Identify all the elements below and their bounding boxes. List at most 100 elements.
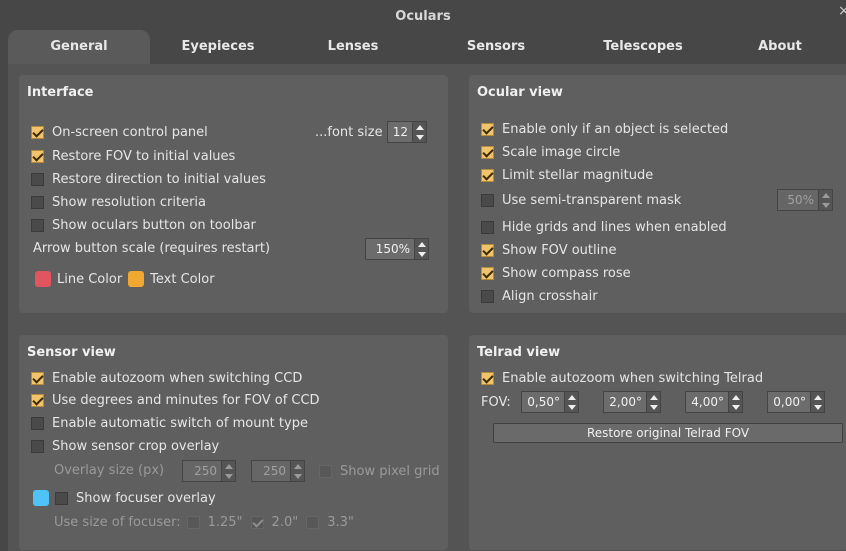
- checkbox-focuser-33-icon[interactable]: [306, 515, 320, 529]
- checkbox-align-crosshair[interactable]: Align crosshair: [481, 287, 598, 305]
- checkbox-icon[interactable]: [481, 289, 494, 303]
- tab-sensors[interactable]: Sensors: [420, 30, 572, 64]
- focuser-color-swatch[interactable]: [33, 490, 49, 506]
- checkbox-focuser-20-icon[interactable]: [250, 515, 264, 529]
- checkbox-icon[interactable]: [31, 218, 44, 232]
- checkbox-label: Show compass rose: [502, 265, 631, 281]
- spin-arrows-icon[interactable]: [647, 391, 661, 413]
- checkbox-icon[interactable]: [31, 125, 44, 139]
- checkbox-sensor-crop-overlay[interactable]: Show sensor crop overlay: [31, 437, 219, 455]
- telrad-fov3-value[interactable]: 4,00°: [685, 391, 729, 413]
- checkbox-icon[interactable]: [55, 491, 68, 505]
- telrad-fov4-spinbox[interactable]: 0,00°: [767, 391, 825, 413]
- spin-arrows-icon[interactable]: [819, 189, 833, 211]
- checkbox-label: Enable autozoom when switching Telrad: [502, 370, 764, 386]
- checkbox-icon[interactable]: [481, 243, 494, 257]
- checkbox-focuser-125-icon[interactable]: [186, 515, 200, 529]
- mask-opacity-spinbox[interactable]: 50%: [777, 189, 833, 211]
- checkbox-hide-grids[interactable]: Hide grids and lines when enabled: [481, 218, 727, 236]
- telrad-fov1-value[interactable]: 0,50°: [521, 391, 565, 413]
- tab-eyepieces[interactable]: Eyepieces: [150, 30, 286, 64]
- checkbox-semi-transparent-mask[interactable]: Use semi-transparent mask: [481, 191, 681, 209]
- overlay-height-spinbox[interactable]: 250: [251, 460, 305, 482]
- checkbox-icon[interactable]: [31, 393, 44, 407]
- checkbox-degrees-minutes[interactable]: Use degrees and minutes for FOV of CCD: [31, 391, 320, 409]
- checkbox-icon[interactable]: [31, 371, 44, 385]
- overlay-height-value[interactable]: 250: [251, 460, 291, 482]
- telrad-fov2-value[interactable]: 2,00°: [603, 391, 647, 413]
- arrow-scale-value[interactable]: 150%: [365, 238, 415, 260]
- checkbox-show-resolution[interactable]: Show resolution criteria: [31, 193, 206, 211]
- checkbox-icon[interactable]: [481, 193, 494, 207]
- checkbox-show-compass-rose[interactable]: Show compass rose: [481, 264, 631, 282]
- tab-general[interactable]: General: [8, 30, 150, 64]
- checkbox-focuser-overlay[interactable]: Show focuser overlay: [33, 489, 216, 507]
- checkbox-label: Align crosshair: [502, 288, 598, 304]
- font-size-spinbox[interactable]: 12: [387, 121, 427, 143]
- arrow-scale-spinbox[interactable]: 150%: [365, 238, 429, 260]
- checkbox-icon[interactable]: [481, 266, 494, 280]
- checkbox-label: Enable automatic switch of mount type: [52, 415, 308, 431]
- checkbox-show-oculars-button[interactable]: Show oculars button on toolbar: [31, 216, 256, 234]
- spin-arrows-icon[interactable]: [291, 460, 305, 482]
- sensor-view-panel: Sensor view Enable autozoom when switchi…: [19, 335, 448, 550]
- line-color-label: Line Color: [57, 271, 123, 287]
- checkbox-icon[interactable]: [319, 464, 332, 478]
- checkbox-icon[interactable]: [31, 416, 44, 430]
- checkbox-icon[interactable]: [31, 149, 44, 163]
- restore-telrad-fov-button[interactable]: Restore original Telrad FOV: [493, 423, 843, 443]
- tab-lenses[interactable]: Lenses: [286, 30, 420, 64]
- spin-arrows-icon[interactable]: [415, 238, 429, 260]
- overlay-size-label: Overlay size (px): [54, 463, 165, 478]
- checkbox-label: Show oculars button on toolbar: [52, 217, 256, 233]
- overlay-width-spinbox[interactable]: 250: [182, 460, 236, 482]
- checkbox-icon[interactable]: [31, 172, 44, 186]
- checkbox-show-pixel-grid[interactable]: Show pixel grid: [319, 462, 440, 480]
- spin-arrows-icon[interactable]: [222, 460, 236, 482]
- window-title: Oculars: [395, 9, 451, 24]
- checkbox-icon[interactable]: [31, 439, 44, 453]
- checkbox-auto-mount-switch[interactable]: Enable automatic switch of mount type: [31, 414, 308, 432]
- spin-arrows-icon[interactable]: [565, 391, 579, 413]
- text-color-swatch[interactable]: [128, 271, 145, 287]
- telrad-fov1-spinbox[interactable]: 0,50°: [521, 391, 579, 413]
- checkbox-icon[interactable]: [481, 168, 494, 182]
- checkbox-limit-magnitude[interactable]: Limit stellar magnitude: [481, 166, 653, 184]
- font-size-label: ...font size: [315, 125, 383, 140]
- oculars-window: Oculars × General Eyepieces Lenses Senso…: [0, 0, 846, 551]
- text-color-label: Text Color: [150, 271, 215, 287]
- font-size-value[interactable]: 12: [387, 121, 413, 143]
- color-pickers: Line Color Text Color: [35, 270, 215, 288]
- checkbox-on-screen-control-panel[interactable]: On-screen control panel: [31, 123, 208, 141]
- checkbox-autozoom-ccd[interactable]: Enable autozoom when switching CCD: [31, 369, 302, 387]
- checkbox-restore-fov[interactable]: Restore FOV to initial values: [31, 147, 235, 165]
- focuser-size-label: Use size of focuser:: [54, 514, 181, 530]
- checkbox-show-fov-outline[interactable]: Show FOV outline: [481, 241, 616, 259]
- tab-telescopes[interactable]: Telescopes: [572, 30, 714, 64]
- telrad-view-title: Telrad view: [477, 345, 561, 360]
- line-color-swatch[interactable]: [35, 271, 51, 287]
- telrad-view-panel: Telrad view Enable autozoom when switchi…: [469, 335, 846, 550]
- tab-bar: General Eyepieces Lenses Sensors Telesco…: [8, 30, 846, 64]
- tab-about[interactable]: About: [714, 30, 846, 64]
- checkbox-icon[interactable]: [481, 122, 494, 136]
- telrad-fov2-spinbox[interactable]: 2,00°: [603, 391, 661, 413]
- telrad-fov3-spinbox[interactable]: 4,00°: [685, 391, 743, 413]
- close-icon[interactable]: ×: [838, 4, 846, 18]
- mask-opacity-value[interactable]: 50%: [777, 189, 819, 211]
- sensor-view-title: Sensor view: [27, 345, 116, 360]
- checkbox-autozoom-telrad[interactable]: Enable autozoom when switching Telrad: [481, 369, 763, 387]
- spin-arrows-icon[interactable]: [729, 391, 743, 413]
- checkbox-scale-image-circle[interactable]: Scale image circle: [481, 143, 620, 161]
- checkbox-icon[interactable]: [481, 145, 494, 159]
- checkbox-enable-if-selected[interactable]: Enable only if an object is selected: [481, 120, 728, 138]
- spin-arrows-icon[interactable]: [413, 121, 427, 143]
- telrad-fov4-value[interactable]: 0,00°: [767, 391, 811, 413]
- checkbox-icon[interactable]: [31, 195, 44, 209]
- checkbox-icon[interactable]: [481, 220, 494, 234]
- checkbox-restore-direction[interactable]: Restore direction to initial values: [31, 170, 266, 188]
- checkbox-label: Scale image circle: [502, 144, 621, 160]
- overlay-width-value[interactable]: 250: [182, 460, 222, 482]
- checkbox-icon[interactable]: [481, 371, 494, 385]
- spin-arrows-icon[interactable]: [811, 391, 825, 413]
